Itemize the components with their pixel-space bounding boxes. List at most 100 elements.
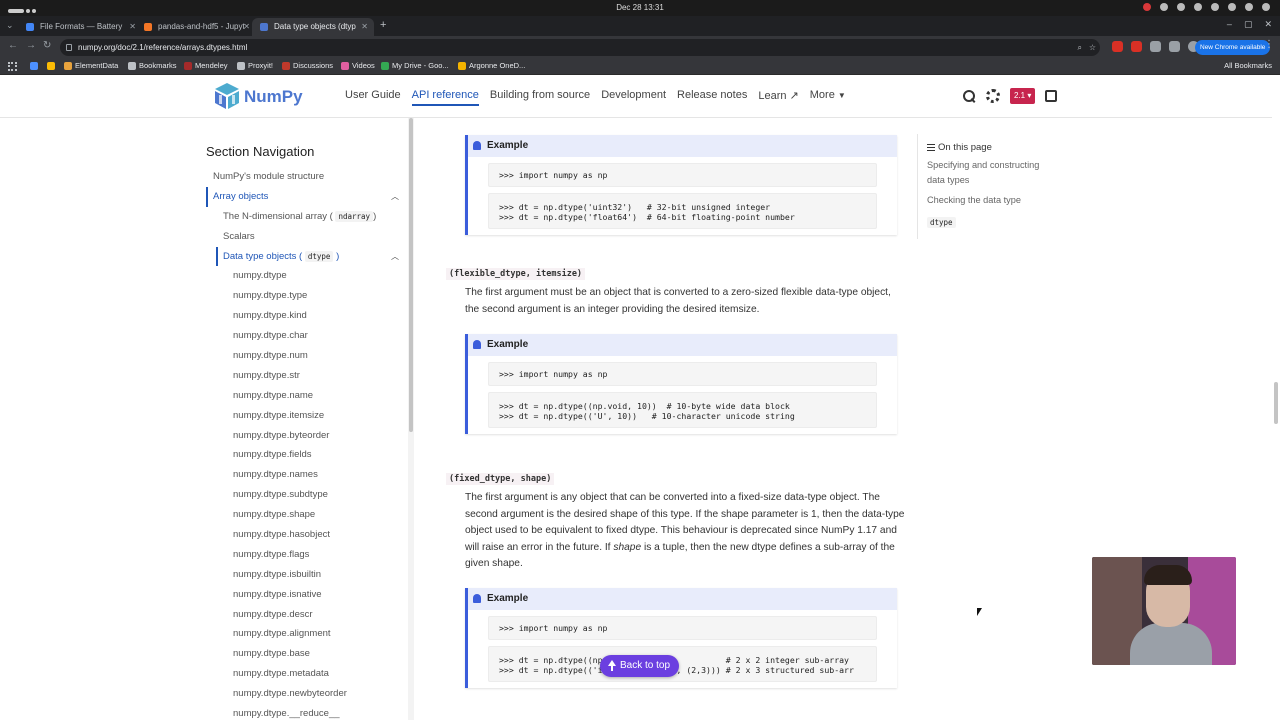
browser-tab[interactable]: File Formats — Battery ✕ [18, 18, 142, 36]
bookmark-star-icon[interactable]: ☆ [1089, 39, 1096, 56]
close-window-icon[interactable]: ✕ [1264, 19, 1272, 30]
sidebar-item[interactable]: numpy.dtype.base [197, 644, 407, 664]
sidebar-item-module-structure[interactable]: NumPy's module structure [197, 167, 407, 187]
volume-icon[interactable] [1228, 3, 1236, 11]
forward-icon[interactable]: → [26, 40, 36, 51]
address-bar[interactable]: numpy.org/doc/2.1/reference/arrays.dtype… [60, 39, 1100, 56]
toc-link-dtype[interactable]: dtype [927, 217, 956, 228]
chrome-icon[interactable] [1194, 3, 1202, 11]
site-info-icon[interactable] [66, 44, 72, 51]
nav-development[interactable]: Development [601, 89, 666, 106]
url-text[interactable]: numpy.org/doc/2.1/reference/arrays.dtype… [78, 43, 247, 52]
tab-search-icon[interactable]: ⌄ [6, 20, 14, 31]
search-icon[interactable] [962, 89, 976, 103]
reload-icon[interactable]: ↻ [43, 40, 51, 51]
sidebar-item[interactable]: numpy.dtype.hasobject [197, 525, 407, 545]
numpy-logo-icon[interactable] [212, 82, 242, 110]
maximize-icon[interactable]: ▢ [1244, 19, 1253, 30]
back-to-top-button[interactable]: Back to top [600, 655, 680, 677]
sidebar-scroll-thumb[interactable] [409, 118, 413, 432]
extensions-puzzle-icon[interactable] [1150, 41, 1161, 52]
bookmark-item[interactable]: Bookmarks [128, 61, 177, 70]
chevron-up-icon[interactable]: ︿ [391, 247, 399, 267]
code-block[interactable]: >>> dt = np.dtype((np.int32, (2,2))) # 2… [488, 646, 877, 682]
chevron-up-icon[interactable]: ︿ [391, 187, 399, 207]
nav-more[interactable]: More ▼ [810, 89, 846, 106]
signature-fixed-dtype[interactable]: (fixed_dtype, shape) [446, 473, 555, 485]
sidebar-item[interactable]: numpy.dtype.names [197, 465, 407, 485]
close-tab-icon[interactable]: ✕ [361, 18, 368, 36]
battery-icon[interactable] [1262, 3, 1270, 11]
sidebar-item[interactable]: numpy.dtype.metadata [197, 664, 407, 684]
minimize-icon[interactable]: – [1227, 19, 1232, 30]
sidebar-item[interactable]: numpy.dtype.isnative [197, 585, 407, 605]
sidebar-item[interactable]: numpy.dtype.kind [197, 306, 407, 326]
network-icon[interactable] [1245, 3, 1253, 11]
code-block[interactable]: >>> import numpy as np [488, 616, 877, 640]
nav-building-from-source[interactable]: Building from source [490, 89, 590, 106]
bookmark-item[interactable]: ElementData [64, 61, 118, 70]
close-tab-icon[interactable]: ✕ [129, 18, 136, 36]
sidebar-item-dtype[interactable]: Data type objects ( dtype ) ︿ [197, 246, 407, 267]
nav-learn[interactable]: Learn ↗ [758, 89, 798, 106]
new-tab-icon[interactable]: + [380, 19, 386, 31]
tray-app-icon[interactable] [1160, 3, 1168, 11]
sidebar-item[interactable]: numpy.dtype.fields [197, 445, 407, 465]
side-panel-icon[interactable] [1169, 41, 1180, 52]
nav-user-guide[interactable]: User Guide [345, 89, 401, 106]
signature-flexible-dtype[interactable]: (flexible_dtype, itemsize) [446, 268, 586, 280]
theme-toggle-icon[interactable] [986, 89, 1000, 103]
extension-icon[interactable] [1131, 41, 1142, 52]
code-block[interactable]: >>> import numpy as np [488, 163, 877, 187]
sidebar-item[interactable]: numpy.dtype.type [197, 286, 407, 306]
browser-tab-active[interactable]: Data type objects (dtyp ✕ [252, 18, 374, 36]
toc-link-specifying[interactable]: Specifying and constructing data types [927, 158, 1057, 188]
sidebar-item[interactable]: numpy.dtype.__reduce__ [197, 704, 407, 720]
sidebar-item[interactable]: numpy.dtype.flags [197, 545, 407, 565]
sidebar-item[interactable]: numpy.dtype.itemsize [197, 406, 407, 426]
sidebar-item[interactable]: numpy.dtype.byteorder [197, 426, 407, 446]
bookmark-item[interactable]: My Drive - Goo... [381, 61, 449, 70]
sidebar-item-scalars[interactable]: Scalars [197, 227, 407, 247]
version-switcher[interactable]: 2.1 ▾ [1010, 88, 1036, 104]
sidebar-item-ndarray[interactable]: The N-dimensional array ( ndarray) [197, 207, 407, 227]
sidebar-item[interactable]: numpy.dtype [197, 266, 407, 286]
sidebar-item[interactable]: numpy.dtype.descr [197, 605, 407, 625]
code-block[interactable]: >>> import numpy as np [488, 362, 877, 386]
tray-app-icon[interactable] [1211, 3, 1219, 11]
sidebar-item[interactable]: numpy.dtype.alignment [197, 624, 407, 644]
zoom-icon[interactable]: ⌕ [1078, 39, 1082, 56]
back-icon[interactable]: ← [8, 40, 18, 51]
bookmark-item[interactable]: Argonne OneD... [458, 61, 525, 70]
apps-grid-icon[interactable] [8, 62, 17, 71]
all-bookmarks-button[interactable]: All Bookmarks [1224, 61, 1272, 70]
sidebar-item[interactable]: numpy.dtype.newbyteorder [197, 684, 407, 704]
page-scroll-thumb[interactable] [1274, 382, 1278, 424]
sidebar-item[interactable]: numpy.dtype.char [197, 326, 407, 346]
sidebar-item[interactable]: numpy.dtype.shape [197, 505, 407, 525]
sidebar-item[interactable]: numpy.dtype.str [197, 366, 407, 386]
bookmark-item[interactable]: Discussions [282, 61, 333, 70]
toc-link-checking[interactable]: Checking the data type [927, 193, 1057, 208]
system-tray[interactable] [1143, 3, 1270, 11]
extension-icon[interactable] [1112, 41, 1123, 52]
bookmark-item[interactable]: Proxyit! [237, 61, 273, 70]
code-block[interactable]: >>> dt = np.dtype('uint32') # 32-bit uns… [488, 193, 877, 229]
sidebar-item[interactable]: numpy.dtype.isbuiltin [197, 565, 407, 585]
sidebar-item[interactable]: numpy.dtype.subdtype [197, 485, 407, 505]
close-tab-icon[interactable]: ✕ [243, 18, 250, 36]
sidebar-item[interactable]: numpy.dtype.name [197, 386, 407, 406]
bookmark-item[interactable]: Videos [341, 61, 375, 70]
code-block[interactable]: >>> dt = np.dtype((np.void, 10)) # 10-by… [488, 392, 877, 428]
sidebar-item[interactable]: numpy.dtype.num [197, 346, 407, 366]
system-clock[interactable]: Dec 28 13:31 [0, 3, 1280, 12]
sidebar-item-array-objects[interactable]: Array objects ︿ [197, 186, 407, 207]
bookmark-item[interactable]: Mendeley [184, 61, 228, 70]
discord-icon[interactable] [1177, 3, 1185, 11]
toc-link-dtype-wrapper[interactable]: dtype [927, 212, 1057, 230]
recording-icon[interactable] [1143, 3, 1151, 11]
chrome-update-button[interactable]: New Chrome available [1195, 40, 1271, 55]
numpy-logo-text[interactable]: NumPy [244, 87, 303, 107]
nav-release-notes[interactable]: Release notes [677, 89, 747, 106]
nav-api-reference[interactable]: API reference [411, 89, 479, 106]
